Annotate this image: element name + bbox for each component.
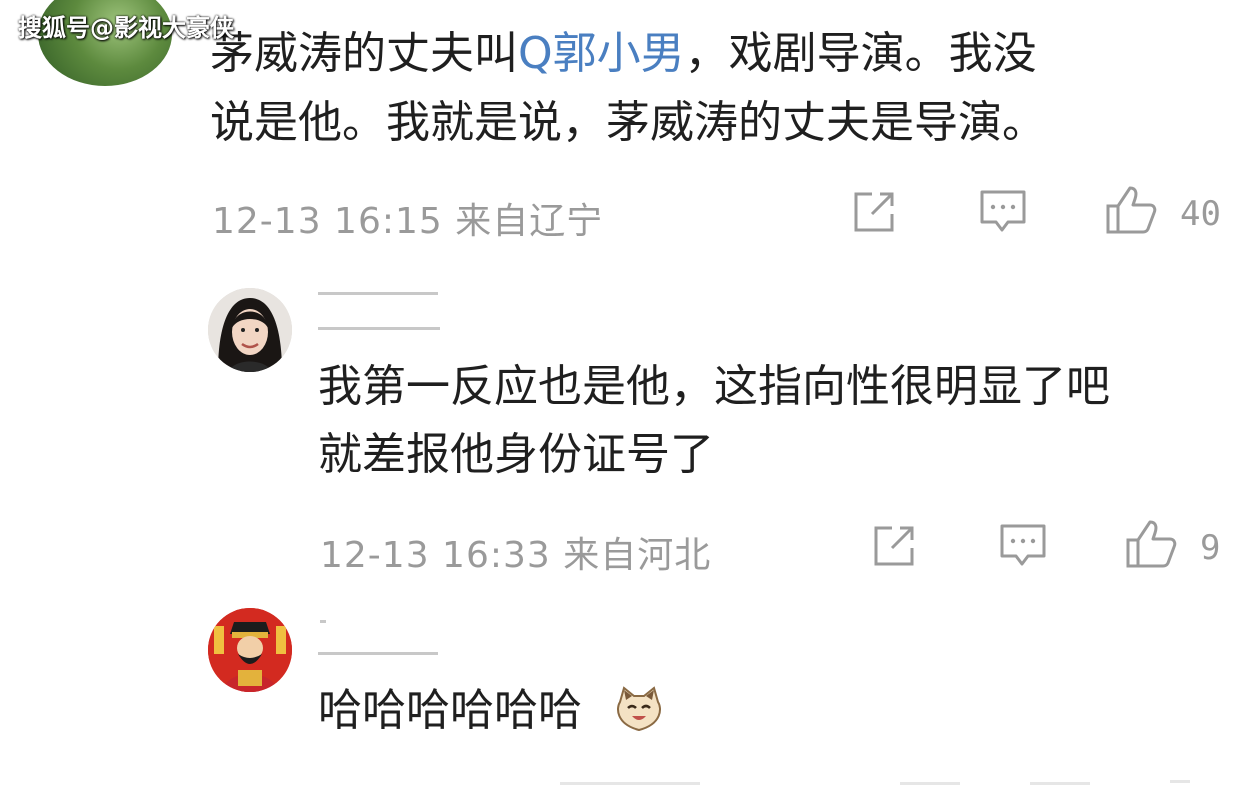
comment-text-line: 茅威涛的丈夫叫Q郭小男，戏剧导演。我没 xyxy=(210,23,1037,85)
username-redacted xyxy=(320,620,326,623)
comment-text-line: 说是他。我就是说，茅威涛的丈夫是导演。 xyxy=(210,97,1046,148)
username-redacted xyxy=(318,292,438,295)
cat-face-emoji xyxy=(617,686,661,732)
next-row-fragment xyxy=(560,782,700,785)
share-icon[interactable] xyxy=(870,522,918,570)
next-row-fragment xyxy=(900,782,960,785)
comment-text-line: 哈哈哈哈哈哈 xyxy=(318,685,582,736)
share-icon[interactable] xyxy=(850,188,898,236)
username-redacted xyxy=(318,652,438,655)
like-count: 40 xyxy=(1180,194,1221,234)
mention-link[interactable]: Q郭小男 xyxy=(518,28,685,79)
comment-text-line: 我第一反应也是他，这指向性很明显了吧 xyxy=(318,361,1110,412)
thumbs-up-icon[interactable] xyxy=(1124,518,1178,570)
avatar[interactable] xyxy=(208,288,292,372)
avatar[interactable] xyxy=(208,608,292,692)
comment-text: 茅威涛的丈夫叫 xyxy=(210,28,518,79)
comment-timestamp: 12-13 16:15 来自辽宁 xyxy=(212,201,604,242)
comment-icon[interactable] xyxy=(978,188,1028,236)
next-row-fragment xyxy=(1030,782,1090,785)
like-count: 9 xyxy=(1200,528,1221,568)
comment-text-line: 就差报他身份证号了 xyxy=(318,429,714,480)
comment-icon[interactable] xyxy=(998,522,1048,570)
thumbs-up-icon[interactable] xyxy=(1104,184,1158,236)
comment-text: ，戏剧导演。我没 xyxy=(684,28,1037,79)
watermark: 搜狐号@影视大豪侠 xyxy=(18,14,234,42)
comment-timestamp: 12-13 16:33 来自河北 xyxy=(320,535,712,576)
username-redacted xyxy=(318,327,440,330)
next-row-fragment xyxy=(1170,780,1190,783)
